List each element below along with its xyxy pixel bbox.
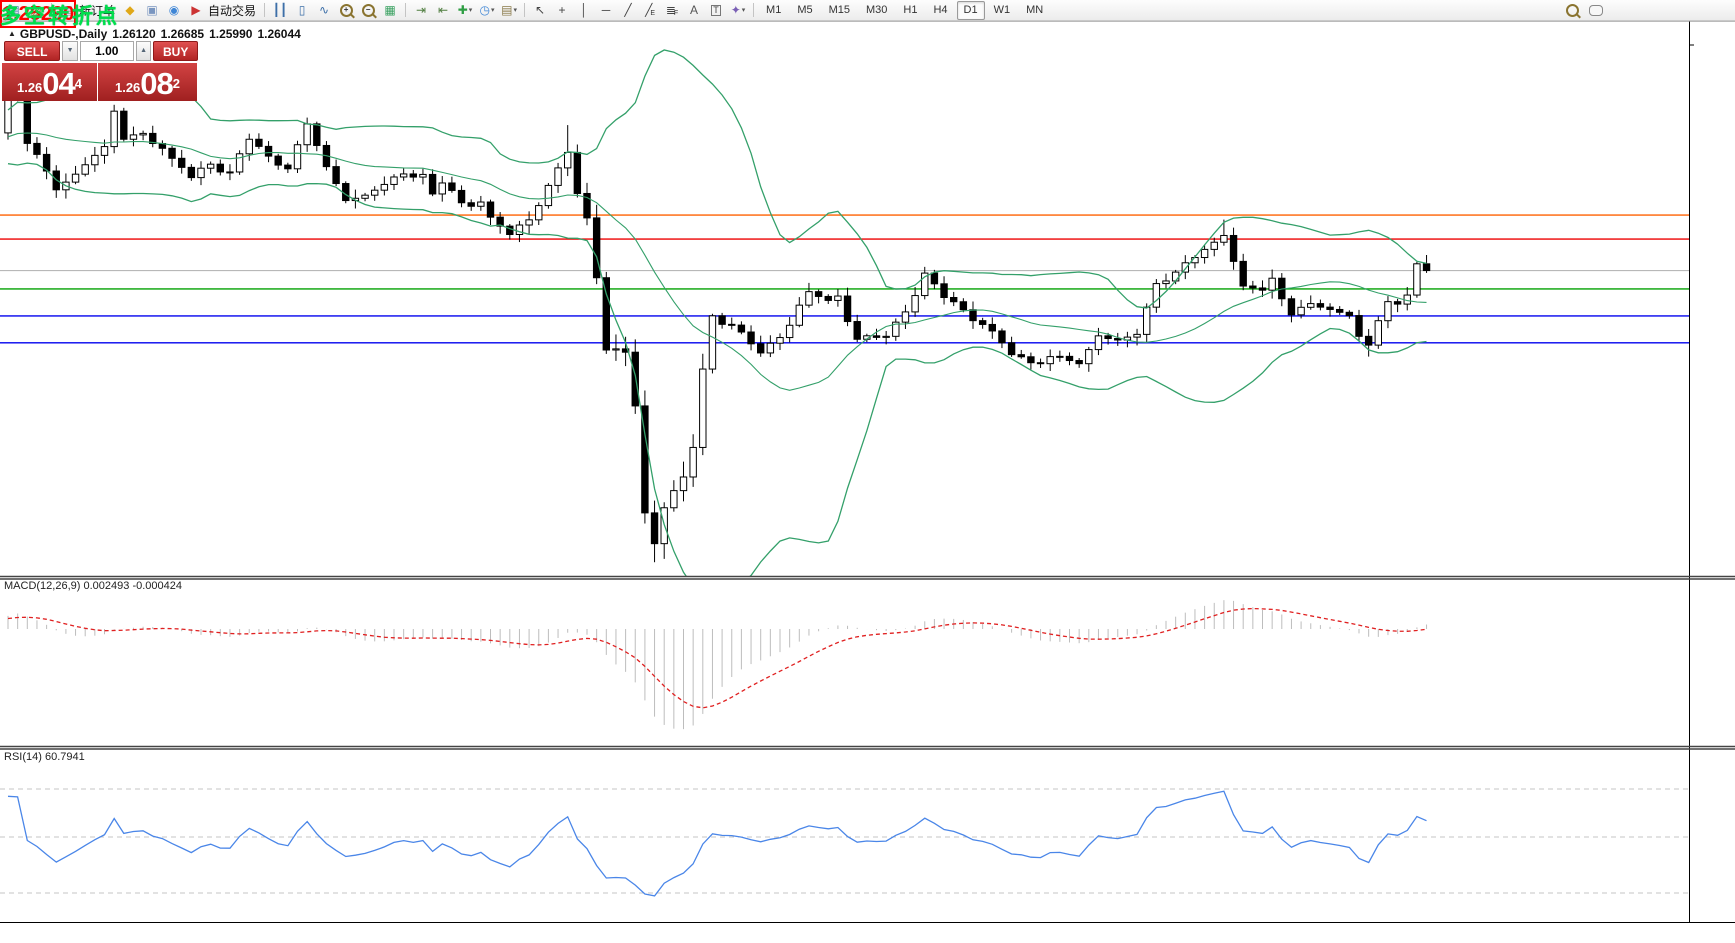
chart-header: ▲ GBPUSD-,Daily 1.26120 1.26685 1.25990 1.260…	[8, 27, 306, 41]
sell-price-big: 04	[42, 69, 74, 99]
ohlc-open: 1.26120	[112, 27, 155, 41]
ohlc-low: 1.25990	[209, 27, 252, 41]
macd-indicator-label: MACD(12,26,9) 0.002493 -0.000424	[4, 580, 182, 592]
buy-price-sup: 2	[173, 69, 180, 99]
collapse-triangle-icon[interactable]: ▲	[8, 29, 16, 38]
mt4-window: ▤▨▤+新订单◆▣◉▶自动交易┃┃▯∿+−▦⇥⇤✚▾◷▾▤▾↖+│─╱╱E≣FA…	[0, 0, 1735, 943]
ohlc-high: 1.26685	[161, 27, 204, 41]
buy-button[interactable]: BUY	[153, 41, 198, 61]
ohlc-close: 1.26044	[257, 27, 300, 41]
buy-price-big: 08	[140, 69, 172, 99]
sell-price-prefix: 1.26	[17, 77, 42, 99]
chart-symbol-label: GBPUSD-,Daily	[20, 27, 107, 41]
sell-price-display[interactable]: 1.26044	[2, 63, 98, 101]
one-click-trading-panel: SELL ▼ ▲ BUY 1.26044 1.26082	[2, 40, 198, 101]
chart-canvas[interactable]	[0, 0, 1735, 943]
buy-price-display[interactable]: 1.26082	[98, 63, 197, 101]
rsi-indicator-label: RSI(14) 60.7941	[4, 751, 85, 763]
sell-button[interactable]: SELL	[4, 41, 60, 61]
volume-increase-button[interactable]: ▲	[136, 41, 152, 61]
volume-input[interactable]	[80, 41, 134, 61]
volume-decrease-button[interactable]: ▼	[62, 41, 78, 61]
pivot-annotation-text: 多空转折点	[0, 0, 120, 30]
sell-price-sup: 4	[75, 69, 82, 99]
buy-price-prefix: 1.26	[115, 77, 140, 99]
